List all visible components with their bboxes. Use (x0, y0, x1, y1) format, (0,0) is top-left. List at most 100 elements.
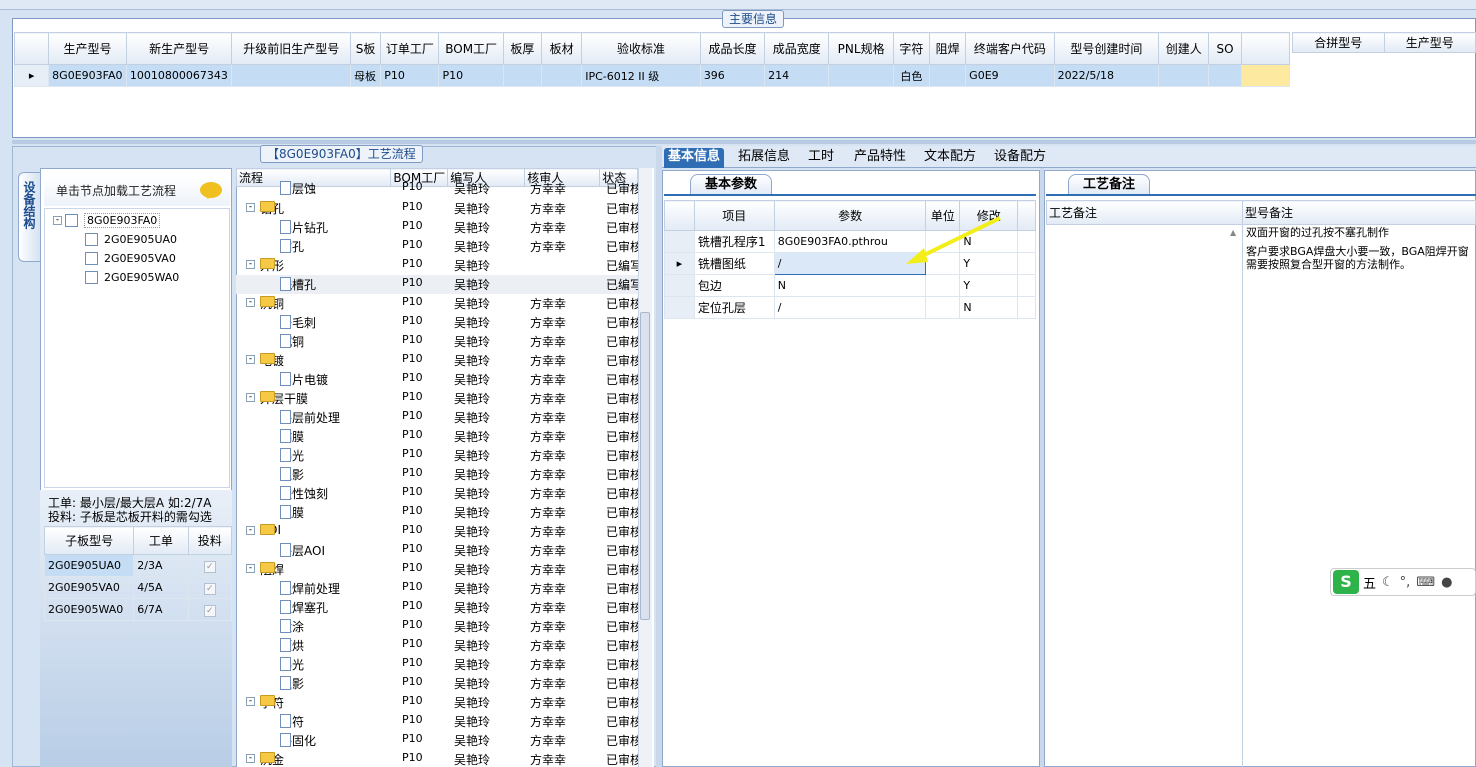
process-row[interactable]: 外层前处理 P10 吴艳玲 方幸幸 已审核 (236, 408, 652, 427)
col-main-7[interactable]: 板材 (540, 32, 583, 65)
col-work-order[interactable]: 工单 (133, 526, 189, 555)
col-main-5[interactable]: BOM工厂 (438, 32, 504, 65)
ime-user-icon[interactable]: ● (1441, 575, 1452, 590)
main-cell-7[interactable] (540, 64, 583, 87)
process-step[interactable]: 内层蚀 (280, 180, 316, 197)
process-step[interactable]: 去毛刺 (280, 314, 316, 331)
device-structure-tab[interactable]: 设备结构 (18, 172, 40, 262)
basic-params-tab[interactable]: 基本参数 (690, 174, 773, 196)
table-row[interactable]: 包边 N Y (664, 274, 1036, 297)
node-checkbox-icon[interactable] (85, 251, 98, 265)
process-row[interactable]: 沉金- P10 吴艳玲 方幸幸 已审核 (236, 750, 652, 767)
process-step[interactable]: 阻焊- (246, 561, 284, 578)
main-cell-6[interactable] (502, 64, 543, 87)
collapse-icon[interactable]: - (246, 203, 255, 212)
sub-board-model-cell[interactable]: 2G0E905VA0 (43, 576, 135, 599)
main-cell-4[interactable]: P10 (380, 64, 440, 87)
col-main-14[interactable]: 终端客户代码 (965, 32, 1055, 65)
main-cell-11[interactable] (828, 64, 894, 87)
process-row[interactable]: 终固化 P10 吴艳玲 方幸幸 已审核 (236, 731, 652, 750)
process-notes-tab[interactable]: 工艺备注 (1068, 174, 1151, 196)
main-cell-3[interactable]: 母板 (350, 64, 382, 87)
process-step[interactable]: 预烘 (280, 637, 304, 654)
node-checkbox-icon[interactable] (85, 270, 98, 284)
process-step[interactable]: 字符 (280, 713, 304, 730)
work-order-cell[interactable]: 2/3A (133, 554, 189, 577)
process-step[interactable]: 阻焊塞孔 (280, 599, 328, 616)
process-step[interactable]: 酸性蚀刻 (280, 485, 328, 502)
process-row[interactable]: 钻孔- P10 吴艳玲 方幸幸 已审核 (236, 199, 652, 218)
process-row[interactable]: 曝光 P10 吴艳玲 方幸幸 已审核 (236, 655, 652, 674)
collapse-icon[interactable]: - (246, 754, 255, 763)
sub-board-model-cell[interactable]: 2G0E905WA0 (43, 598, 135, 621)
tab-product-features[interactable]: 产品特性 (850, 148, 910, 168)
main-cell-13[interactable] (928, 64, 967, 87)
modify-cell[interactable]: N (959, 296, 1019, 319)
process-step[interactable]: 沉铜 (280, 333, 304, 350)
process-row[interactable]: 曝光 P10 吴艳玲 方幸幸 已审核 (236, 446, 652, 465)
collapse-icon[interactable]: - (246, 260, 255, 269)
col-main-3[interactable]: S板 (350, 32, 382, 65)
feed-checkbox[interactable]: ✓ (203, 560, 216, 573)
col-main-13[interactable]: 阻焊 (928, 32, 967, 65)
col-main-4[interactable]: 订单工厂 (380, 32, 440, 65)
process-row[interactable]: 喷涂 P10 吴艳玲 方幸幸 已审核 (236, 617, 652, 636)
process-row[interactable]: 外层AOI P10 吴艳玲 方幸幸 已审核 (236, 541, 652, 560)
collapse-icon[interactable]: - (246, 298, 255, 307)
process-row[interactable]: 去毛刺 P10 吴艳玲 方幸幸 已审核 (236, 313, 652, 332)
process-row[interactable]: 字符 P10 吴艳玲 方幸幸 已审核 (236, 712, 652, 731)
col-main-2[interactable]: 升级前旧生产型号 (231, 32, 352, 65)
process-row[interactable]: 贴膜 P10 吴艳玲 方幸幸 已审核 (236, 427, 652, 446)
col-main-9[interactable]: 成品长度 (699, 32, 766, 65)
col-sub-board-model[interactable]: 子板型号 (43, 526, 135, 555)
ime-toolbar[interactable]: S 五 ☾ °, ⌨ ● (1330, 568, 1476, 596)
process-row[interactable]: 电镀- P10 吴艳玲 方幸幸 已审核 (236, 351, 652, 370)
col-main-16[interactable]: 创建人 (1158, 32, 1210, 65)
process-row[interactable]: 退膜 P10 吴艳玲 方幸幸 已审核 (236, 503, 652, 522)
process-step[interactable]: 钻孔 (280, 238, 304, 255)
sub-board-model-cell[interactable]: 2G0E905UA0 (43, 554, 135, 577)
tree-child-node[interactable]: 2G0E905VA0 (85, 249, 176, 267)
col-main-17[interactable]: SO (1208, 32, 1242, 65)
ime-punct-icon[interactable]: °, (1400, 575, 1411, 590)
process-step[interactable]: 显影 (280, 466, 304, 483)
col-feed[interactable]: 投料 (187, 526, 233, 555)
main-cell-2[interactable] (231, 64, 352, 87)
main-cell-15[interactable]: 2022/5/18 (1053, 64, 1160, 87)
model-note-text[interactable]: 双面开窗的过孔按不塞孔制作 客户要求BGA焊盘大小要一致，BGA阻焊开窗需要按照… (1246, 226, 1474, 271)
process-step[interactable]: 外层前处理 (280, 409, 340, 426)
collapse-icon[interactable]: - (246, 526, 255, 535)
tab-extended-info[interactable]: 拓展信息 (734, 148, 794, 168)
main-cell-10[interactable]: 214 (764, 64, 830, 87)
process-step[interactable]: 曝光 (280, 447, 304, 464)
param-cell[interactable]: N (773, 274, 927, 297)
process-step[interactable]: AOI- (246, 523, 281, 537)
process-step[interactable]: 外层干膜 - (246, 390, 308, 407)
table-row[interactable]: 2G0E905VA0 4/5A ✓ (43, 576, 233, 599)
work-order-cell[interactable]: 4/5A (133, 576, 189, 599)
unit-cell[interactable] (925, 274, 961, 297)
process-step[interactable]: 贴膜 (280, 428, 304, 445)
ime-keyboard-icon[interactable]: ⌨ (1416, 575, 1435, 590)
node-checkbox-icon[interactable] (65, 213, 78, 227)
process-step[interactable]: 字符- (246, 694, 284, 711)
process-row[interactable]: 沉铜- P10 吴艳玲 方幸幸 已审核 (236, 294, 652, 313)
main-cell-5[interactable]: P10 (438, 64, 504, 87)
param-cell[interactable]: / (773, 296, 927, 319)
tab-work-hours[interactable]: 工时 (804, 148, 838, 168)
process-row[interactable]: 外形- P10 吴艳玲 已编写 (236, 256, 652, 275)
main-cell-0[interactable]: 8G0E903FA0 (48, 64, 127, 87)
process-row[interactable]: AOI- P10 吴艳玲 方幸幸 已审核 (236, 522, 652, 541)
main-cell-17[interactable] (1208, 64, 1242, 87)
process-step[interactable]: 显影 (280, 675, 304, 692)
tab-text-recipe[interactable]: 文本配方 (920, 148, 980, 168)
table-row[interactable]: 2G0E905WA0 6/7A ✓ (43, 598, 233, 621)
process-row[interactable]: 显影 P10 吴艳玲 方幸幸 已审核 (236, 465, 652, 484)
collapse-icon[interactable]: - (246, 393, 255, 402)
main-cell-16[interactable] (1158, 64, 1210, 87)
collapse-icon[interactable]: - (246, 564, 255, 573)
scroll-up-icon[interactable]: ▲ (1230, 228, 1236, 237)
col-main-10[interactable]: 成品宽度 (764, 32, 830, 65)
sogou-logo-icon[interactable]: S (1333, 570, 1359, 594)
process-row[interactable]: 铝片钻孔 P10 吴艳玲 方幸幸 已审核 (236, 218, 652, 237)
